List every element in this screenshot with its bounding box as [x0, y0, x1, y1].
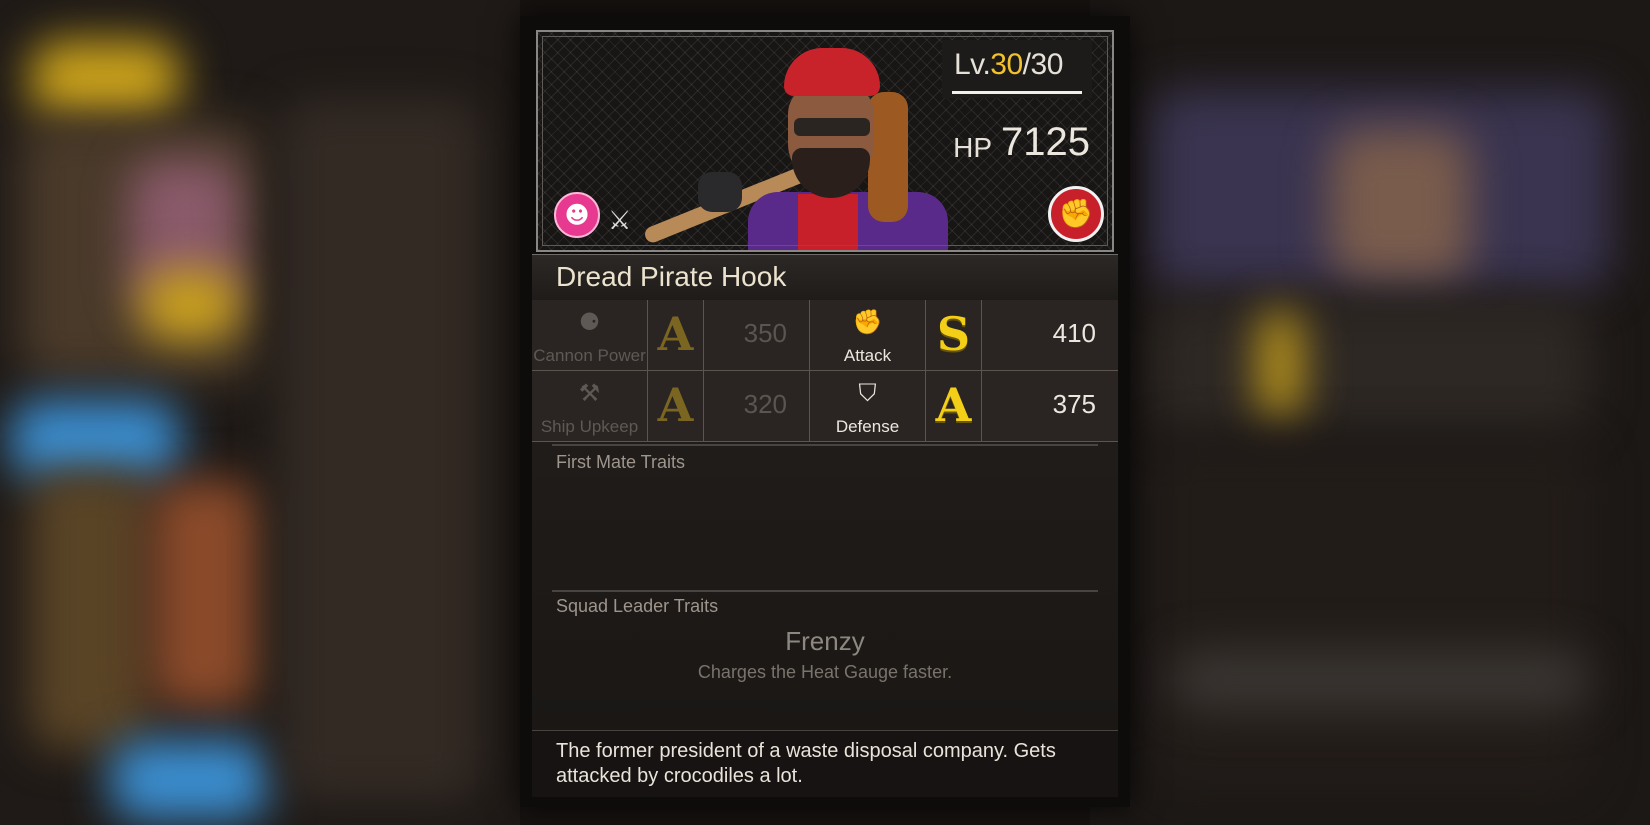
- stat-attack: ✊ Attack: [810, 300, 926, 370]
- level-current: 30: [990, 48, 1023, 81]
- squad-leader-trait-description: Charges the Heat Gauge faster.: [697, 662, 953, 682]
- stats-grid: ⚈ Cannon Power A 350 ✊ Attack S 410 ⚒ Sh…: [532, 300, 1118, 442]
- cannon-icon: ⚈: [578, 308, 601, 336]
- character-name: Dread Pirate Hook: [556, 261, 787, 292]
- stat-defense: ⛉ Defense: [810, 371, 926, 441]
- shield-icon: ⛉: [858, 379, 877, 407]
- stats-row: ⚒ Ship Upkeep A 320 ⛉ Defense A 375: [532, 371, 1118, 442]
- stat-label: Defense: [835, 417, 900, 436]
- hp-value: 7125: [1001, 120, 1090, 164]
- stat-label: Ship Upkeep: [540, 417, 639, 436]
- level-prefix: Lv.: [954, 48, 991, 81]
- stat-cannon-power: ⚈ Cannon Power: [532, 300, 648, 370]
- wrench-hammer-icon: ⚒: [578, 379, 601, 407]
- fist-icon: ✊: [1048, 186, 1104, 242]
- stat-ship-upkeep: ⚒ Ship Upkeep: [532, 371, 648, 441]
- stat-grade: A: [935, 378, 972, 432]
- stat-value: 320: [743, 389, 787, 419]
- level-display: Lv.30/30: [942, 40, 1092, 98]
- smiling-face-icon: ☻: [554, 192, 600, 238]
- stat-value: 410: [1052, 318, 1096, 348]
- squad-leader-trait-name: Frenzy: [785, 626, 865, 656]
- stat-grade: S: [936, 307, 971, 361]
- stat-value: 350: [743, 318, 787, 348]
- stat-label: Cannon Power: [533, 346, 646, 365]
- stat-label: Attack: [843, 346, 892, 365]
- character-description: The former president of a waste disposal…: [556, 740, 1056, 787]
- stat-grade: A: [657, 307, 694, 361]
- stat-grade: A: [657, 378, 694, 432]
- fist-icon: ✊: [852, 308, 883, 336]
- description-box: The former president of a waste disposal…: [532, 730, 1118, 797]
- name-bar: Dread Pirate Hook: [532, 254, 1118, 301]
- stats-row: ⚈ Cannon Power A 350 ✊ Attack S 410: [532, 300, 1118, 371]
- first-mate-traits-heading: First Mate Traits: [556, 452, 686, 472]
- level-max: /30: [1022, 48, 1064, 81]
- squad-leader-traits-heading: Squad Leader Traits: [556, 596, 719, 616]
- traits-panel: First Mate Traits Squad Leader Traits Fr…: [532, 442, 1118, 730]
- hp-label: HP: [953, 132, 992, 163]
- stat-value: 375: [1052, 389, 1096, 419]
- crossed-swords-icon: ⚔: [608, 206, 632, 236]
- character-card: Lv.30/30 HP 7125 ☻ ⚔ ✊ Dread Pirate Hook…: [520, 16, 1130, 807]
- character-portrait: Lv.30/30 HP 7125 ☻ ⚔ ✊: [536, 30, 1114, 252]
